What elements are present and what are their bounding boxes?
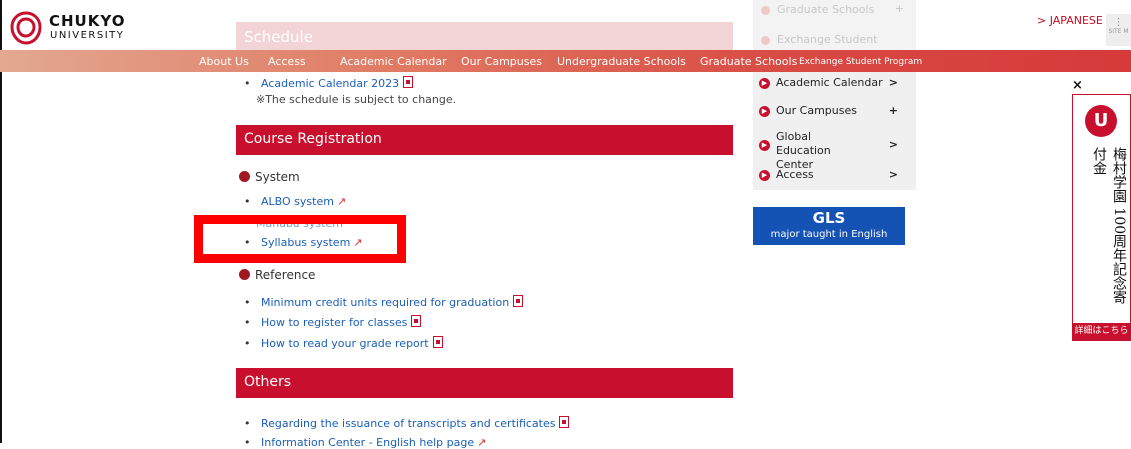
- link-text: ALBO system: [261, 195, 334, 208]
- arrow-circle-icon: ▶: [759, 78, 770, 89]
- sitemap-icon: ⋮: [1113, 17, 1124, 28]
- logo-title: CHUKYO: [49, 12, 126, 30]
- arrow-circle-icon: ▶: [759, 140, 770, 151]
- side-item-label: Our Campuses: [776, 104, 857, 117]
- sitemap-label: SITE M: [1108, 28, 1129, 35]
- side-menu: ▶ Academic Calendar > ▶ Our Campuses + ▶…: [753, 72, 916, 190]
- min-credit-units-link[interactable]: Minimum credit units required for gradua…: [244, 295, 524, 309]
- link-text: Minimum credit units required for gradua…: [261, 296, 510, 309]
- gls-banner[interactable]: GLS major taught in English: [753, 207, 905, 245]
- university-logo[interactable]: CHUKYO UNIVERSITY: [8, 10, 148, 50]
- subheading-text: Reference: [255, 268, 316, 282]
- bullet-dot-icon: [239, 269, 250, 280]
- chevron-right-icon: >: [888, 168, 898, 181]
- side-item-label: Academic Calendar: [776, 76, 883, 89]
- pdf-icon: [513, 295, 524, 307]
- schedule-note: ※The schedule is subject to change.: [256, 93, 457, 106]
- highlight-box: [194, 215, 406, 263]
- course-registration-header: Course Registration: [236, 125, 733, 155]
- system-subheading: System: [239, 170, 300, 184]
- side-item-label: Access: [776, 168, 814, 181]
- plus-icon: +: [888, 104, 898, 117]
- others-header: Others: [236, 368, 733, 398]
- transcripts-link[interactable]: Regarding the issuance of transcripts an…: [244, 416, 570, 430]
- side-item-global-education-center[interactable]: ▶ Global Education Center >: [753, 130, 916, 171]
- close-icon[interactable]: ×: [1072, 78, 1083, 93]
- chevron-right-icon: >: [888, 76, 898, 89]
- nav-undergraduate-schools[interactable]: Undergraduate Schools: [557, 55, 686, 68]
- link-text: How to register for classes: [261, 316, 408, 329]
- side-item-access[interactable]: ▶ Access >: [753, 168, 916, 188]
- logo-subtitle: UNIVERSITY: [50, 30, 125, 41]
- nav-graduate-schools[interactable]: Graduate Schools: [700, 55, 797, 68]
- side-item-academic-calendar[interactable]: ▶ Academic Calendar >: [753, 76, 916, 96]
- arrow-circle-icon: ▶: [759, 170, 770, 181]
- pdf-icon: [411, 315, 422, 327]
- bullet-icon: [761, 6, 770, 15]
- ghost-menu-item[interactable]: Graduate Schools: [777, 3, 874, 16]
- section-title: Others: [244, 374, 292, 390]
- ad-logo-badge: U: [1085, 105, 1117, 137]
- pdf-icon: [432, 336, 443, 348]
- pdf-icon: [403, 76, 414, 88]
- chevron-right-icon: >: [888, 138, 898, 151]
- bullet-icon: [761, 36, 770, 45]
- plus-icon: +: [894, 2, 904, 15]
- link-text: How to read your grade report: [261, 337, 429, 350]
- schedule-section-bar: Schedule: [236, 22, 733, 52]
- logo-mark-icon: [10, 11, 42, 45]
- gls-title: GLS: [812, 209, 846, 227]
- nav-our-campuses[interactable]: Our Campuses: [461, 55, 542, 68]
- pdf-icon: [559, 416, 570, 428]
- subheading-text: System: [255, 170, 300, 184]
- side-item-our-campuses[interactable]: ▶ Our Campuses +: [753, 104, 916, 124]
- donation-ad-banner[interactable]: U 梅村学園 100周年記念寄付金 詳細はこちら: [1072, 94, 1131, 341]
- arrow-circle-icon: ▶: [759, 106, 770, 117]
- grade-report-link[interactable]: How to read your grade report: [244, 336, 443, 350]
- language-switch-link[interactable]: > JAPANESE: [1037, 14, 1103, 27]
- global-nav-bar: About Us Access Academic Calendar Our Ca…: [0, 50, 1131, 72]
- external-link-icon: ↗: [336, 195, 347, 208]
- reference-subheading: Reference: [239, 268, 315, 282]
- nav-academic-calendar[interactable]: Academic Calendar: [340, 55, 447, 68]
- link-text: Regarding the issuance of transcripts an…: [261, 417, 556, 430]
- side-item-label: Global Education Center: [776, 130, 831, 171]
- register-classes-link[interactable]: How to register for classes: [244, 315, 422, 329]
- link-text: Academic Calendar 2023: [261, 77, 400, 90]
- section-title: Course Registration: [244, 131, 382, 147]
- ad-details-button[interactable]: 詳細はこちら: [1073, 323, 1130, 340]
- ghost-dropdown-menu: Graduate Schools + Exchange Student: [753, 0, 916, 56]
- schedule-title: Schedule: [244, 28, 313, 46]
- nav-exchange-student-program[interactable]: Exchange Student Program: [799, 57, 922, 67]
- bullet-dot-icon: [239, 171, 250, 182]
- albo-system-link[interactable]: ALBO system↗: [244, 195, 346, 208]
- sitemap-button[interactable]: ⋮ SITE M: [1106, 14, 1131, 46]
- nav-about-us[interactable]: About Us: [199, 55, 249, 68]
- academic-calendar-2023-link[interactable]: Academic Calendar 2023: [244, 76, 414, 90]
- ad-vertical-text: 梅村学園 100周年記念寄付金: [1091, 147, 1127, 305]
- gls-subtitle: major taught in English: [770, 229, 888, 240]
- ghost-menu-item[interactable]: Exchange Student: [777, 33, 878, 46]
- nav-access[interactable]: Access: [268, 55, 306, 68]
